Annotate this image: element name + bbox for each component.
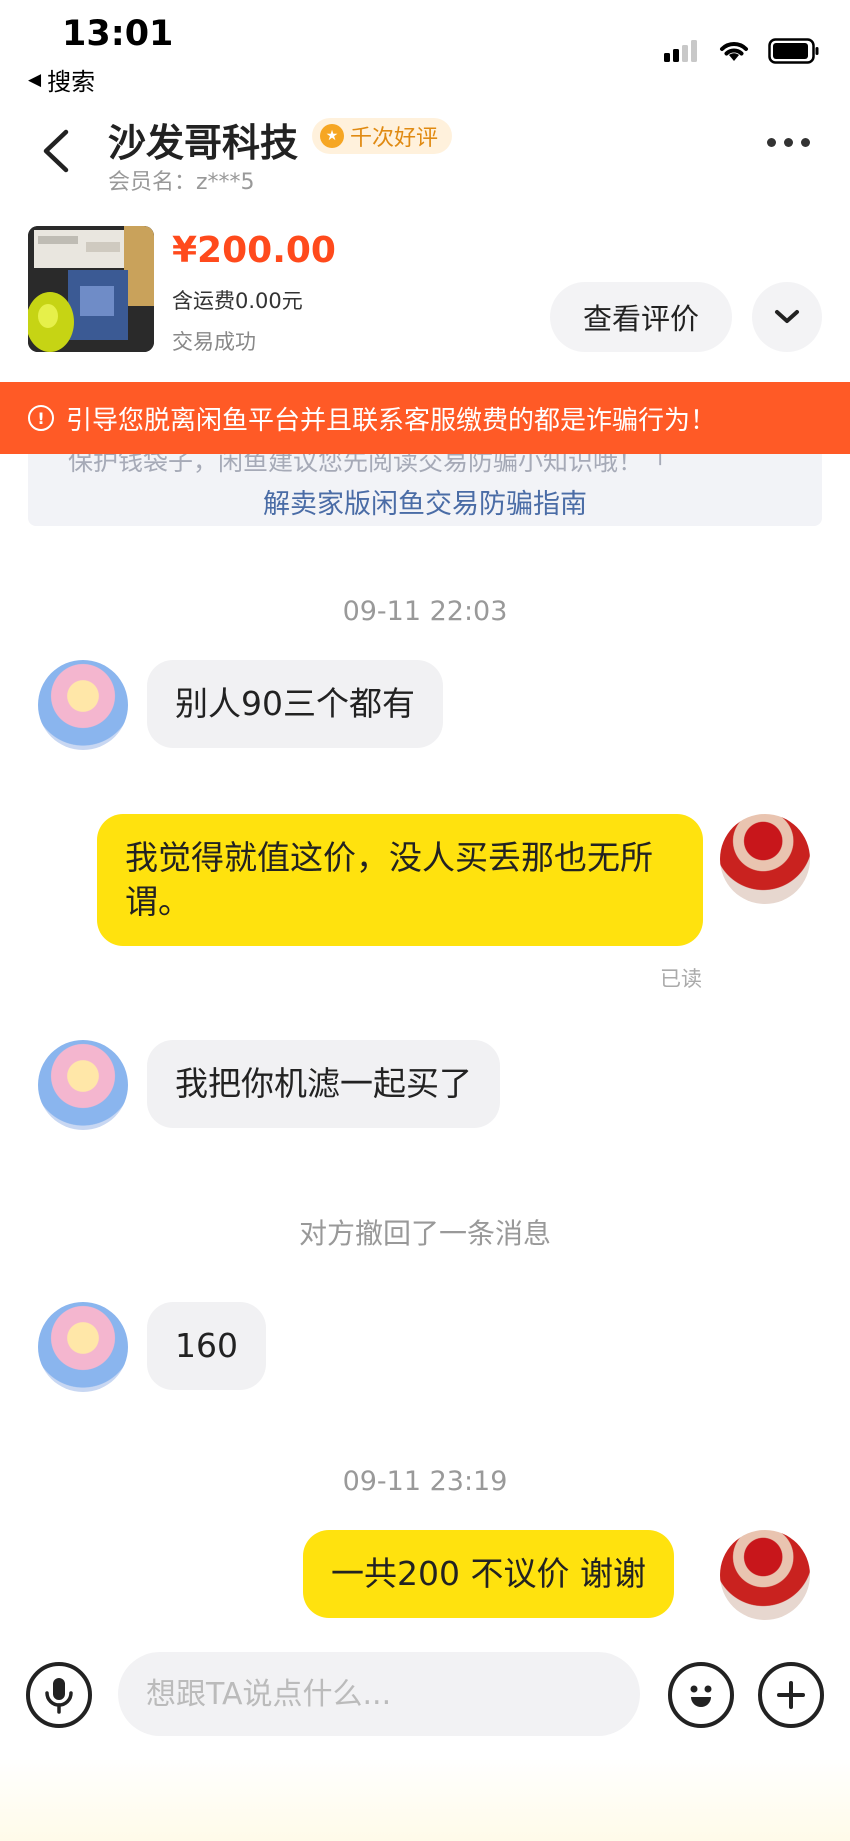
avatar[interactable] bbox=[720, 814, 810, 904]
outgoing-message[interactable]: 我觉得就值这价，没人买丢那也无所谓。 bbox=[97, 814, 703, 946]
expand-button[interactable] bbox=[752, 282, 822, 352]
incoming-message[interactable]: 别人90三个都有 bbox=[147, 660, 443, 748]
status-icons bbox=[664, 38, 820, 64]
view-reviews-button[interactable]: 查看评价 bbox=[550, 282, 732, 352]
incoming-message[interactable]: 160 bbox=[147, 1302, 266, 1390]
emoji-button[interactable] bbox=[668, 1662, 734, 1728]
shipping-fee: 含运费0.00元 bbox=[172, 289, 303, 313]
shop-name[interactable]: 沙发哥科技 bbox=[108, 112, 298, 167]
avatar[interactable] bbox=[38, 1302, 128, 1392]
emoji-icon bbox=[690, 1685, 712, 1707]
more-actions-button[interactable] bbox=[758, 1662, 824, 1728]
product-thumbnail[interactable] bbox=[28, 226, 154, 352]
message-input[interactable] bbox=[118, 1652, 640, 1736]
back-button[interactable] bbox=[36, 126, 76, 176]
chevron-down-icon bbox=[775, 310, 799, 323]
rating-badge-text: 千次好评 bbox=[350, 126, 439, 151]
trade-status: 交易成功 bbox=[172, 330, 256, 354]
microphone-icon bbox=[45, 1678, 73, 1714]
plus-icon bbox=[777, 1681, 805, 1709]
back-to-app-link[interactable]: ◀ 搜索 bbox=[28, 62, 95, 97]
fraud-warning-banner: ! 引导您脱离闲鱼平台并且联系客服缴费的都是诈骗行为！ bbox=[0, 382, 850, 454]
member-name: 会员名：z***5 bbox=[108, 170, 255, 195]
voice-button[interactable] bbox=[26, 1662, 92, 1728]
wifi-icon bbox=[720, 42, 748, 61]
chevron-left-icon bbox=[43, 129, 69, 173]
battery-icon bbox=[768, 38, 819, 64]
avatar[interactable] bbox=[38, 1040, 128, 1130]
outgoing-message[interactable]: 一共200 不议价 谢谢 bbox=[303, 1530, 674, 1618]
medal-icon: ★ bbox=[320, 124, 344, 148]
recall-notice: 对方撤回了一条消息 bbox=[298, 1217, 551, 1250]
cellular-signal-icon bbox=[664, 40, 697, 62]
back-to-app-label: 搜索 bbox=[47, 68, 96, 96]
fraud-warning-text: 引导您脱离闲鱼平台并且联系客服缴费的都是诈骗行为！ bbox=[66, 405, 717, 436]
avatar[interactable] bbox=[38, 660, 128, 750]
read-receipt: 已读 bbox=[660, 967, 702, 991]
anti-fraud-guide-link[interactable]: 解卖家版闲鱼交易防骗指南 bbox=[28, 482, 822, 521]
status-time: 13:01 bbox=[62, 14, 174, 54]
back-triangle-icon: ◀ bbox=[28, 69, 42, 90]
more-dots-icon[interactable] bbox=[767, 138, 810, 147]
avatar[interactable] bbox=[720, 1530, 810, 1620]
chat-timestamp: 09-11 22:03 bbox=[342, 596, 508, 627]
incoming-message[interactable]: 我把你机滤一起买了 bbox=[147, 1040, 500, 1128]
product-price: ¥200.00 bbox=[172, 230, 336, 271]
rating-badge: ★ 千次好评 bbox=[312, 118, 453, 154]
warning-icon: ! bbox=[28, 405, 54, 431]
chat-timestamp: 09-11 23:19 bbox=[342, 1466, 508, 1497]
